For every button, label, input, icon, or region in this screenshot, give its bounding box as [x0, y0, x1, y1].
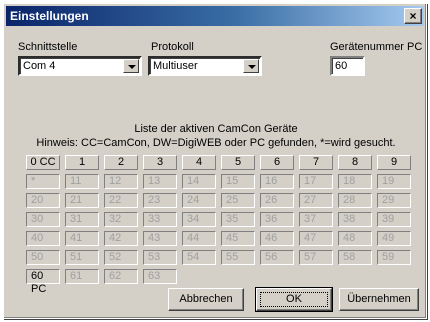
device-cell: 58	[338, 250, 372, 265]
grid-header-cell: 5	[221, 155, 255, 170]
device-cell: 49	[377, 231, 411, 246]
device-cell: 36	[260, 212, 294, 227]
schnittstelle-select[interactable]: Com 4	[18, 56, 142, 76]
device-cell: 39	[377, 212, 411, 227]
device-cell: 23	[143, 193, 177, 208]
protokoll-select[interactable]: Multiuser	[148, 56, 262, 76]
schnittstelle-value: Com 4	[23, 60, 56, 72]
grid-header-cell: 0 CC	[26, 155, 60, 170]
device-cell: 14	[182, 174, 216, 189]
device-cell: 47	[299, 231, 333, 246]
device-cell: 30	[26, 212, 60, 227]
device-cell: 13	[143, 174, 177, 189]
geraetenummer-label: Gerätenummer PC	[330, 41, 423, 53]
settings-dialog: Einstellungen × Schnittstelle Com 4 Prot…	[3, 3, 427, 319]
device-cell: 45	[221, 231, 255, 246]
device-cell: 12	[104, 174, 138, 189]
device-cell: 60 PC	[26, 269, 60, 295]
device-cell: 17	[299, 174, 333, 189]
device-cell: 24	[182, 193, 216, 208]
grid-header-cell: 6	[260, 155, 294, 170]
device-cell: 55	[221, 250, 255, 265]
grid-header-cell: 1	[65, 155, 99, 170]
hint-text: Hinweis: CC=CamCon, DW=DigiWEB oder PC g…	[36, 137, 396, 149]
device-cell: 43	[143, 231, 177, 246]
device-cell: *	[26, 174, 60, 189]
device-cell: 19	[377, 174, 411, 189]
ok-button[interactable]: OK	[255, 287, 333, 312]
device-cell: 62	[104, 269, 138, 284]
device-cell: 11	[65, 174, 99, 189]
device-cell: 38	[338, 212, 372, 227]
device-cell: 40	[26, 231, 60, 246]
window-title: Einstellungen	[10, 9, 89, 23]
grid-header-cell: 8	[338, 155, 372, 170]
title-bar: Einstellungen ×	[6, 6, 424, 26]
grid-header-cell: 9	[377, 155, 411, 170]
device-cell: 22	[104, 193, 138, 208]
device-cell: 61	[65, 269, 99, 284]
device-cell: 32	[104, 212, 138, 227]
protokoll-label: Protokoll	[151, 41, 194, 53]
device-cell: 37	[299, 212, 333, 227]
device-cell: 59	[377, 250, 411, 265]
chevron-down-icon[interactable]	[243, 59, 259, 73]
device-cell: 41	[65, 231, 99, 246]
protokoll-value: Multiuser	[153, 60, 198, 72]
device-cell: 57	[299, 250, 333, 265]
device-cell: 18	[338, 174, 372, 189]
chevron-down-icon[interactable]	[123, 59, 139, 73]
device-cell: 31	[65, 212, 99, 227]
device-cell: 63	[143, 269, 177, 284]
device-cell: 34	[182, 212, 216, 227]
device-cell: 53	[143, 250, 177, 265]
apply-button[interactable]: Übernehmen	[339, 288, 419, 311]
device-cell: 29	[377, 193, 411, 208]
device-cell: 28	[338, 193, 372, 208]
device-cell: 52	[104, 250, 138, 265]
device-cell: 33	[143, 212, 177, 227]
grid-header-cell: 4	[182, 155, 216, 170]
list-title: Liste der aktiven CamCon Geräte	[134, 123, 298, 135]
device-cell: 46	[260, 231, 294, 246]
close-button[interactable]: ×	[404, 8, 422, 24]
device-cell: 48	[338, 231, 372, 246]
grid-header-cell: 3	[143, 155, 177, 170]
device-cell: 54	[182, 250, 216, 265]
schnittstelle-label: Schnittstelle	[18, 41, 78, 53]
device-cell: 15	[221, 174, 255, 189]
focus-rect	[260, 292, 328, 307]
grid-header-cell: 7	[299, 155, 333, 170]
geraetenummer-input[interactable]: 60	[330, 56, 365, 76]
device-cell: 44	[182, 231, 216, 246]
device-cell: 25	[221, 193, 255, 208]
device-cell: 20	[26, 193, 60, 208]
device-cell: 26	[260, 193, 294, 208]
device-cell: 35	[221, 212, 255, 227]
device-cell: 16	[260, 174, 294, 189]
device-cell: 42	[104, 231, 138, 246]
grid-header-cell: 2	[104, 155, 138, 170]
device-cell: 50	[26, 250, 60, 265]
device-cell: 51	[65, 250, 99, 265]
cancel-button[interactable]: Abbrechen	[168, 288, 244, 311]
device-cell: 27	[299, 193, 333, 208]
device-cell: 21	[65, 193, 99, 208]
device-cell: 56	[260, 250, 294, 265]
